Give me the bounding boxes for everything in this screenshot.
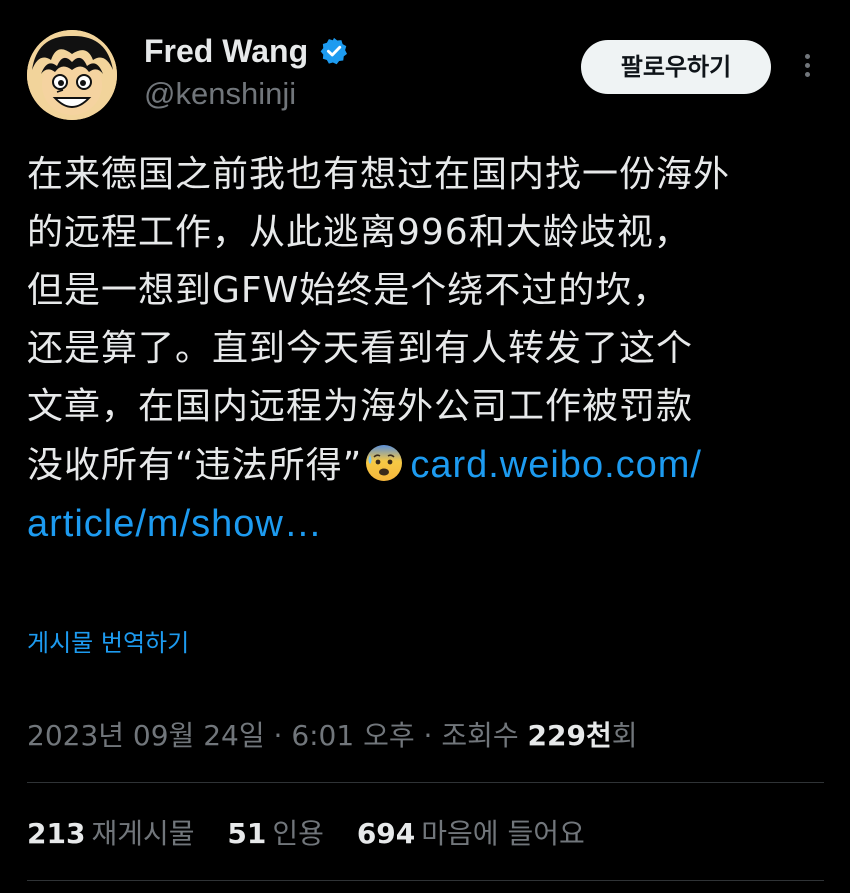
author-handle[interactable]: @kenshinji [144, 76, 349, 112]
tweet-meta: 2023년 09월 24일 · 6:01 오후 · 조회수 229천회 [27, 714, 638, 754]
quotes-count: 51 [227, 817, 267, 850]
tweet-text-line: 在来德国之前我也有想过在国内找一份海外 [27, 154, 731, 195]
tweet-text-line-last: 没收所有“违法所得” card.weibo.com/ [27, 436, 827, 495]
meta-separator: · [264, 719, 292, 752]
display-name[interactable]: Fred Wang [144, 32, 308, 70]
tweet-text-segment: 没收所有“违法所得” [27, 445, 363, 486]
meta-separator: · [414, 719, 442, 752]
divider [27, 880, 824, 881]
views-label: 조회수 [441, 719, 528, 752]
likes-stat[interactable]: 694 마음에 들어요 [357, 812, 585, 852]
reposts-count: 213 [27, 817, 86, 850]
avatar[interactable] [27, 30, 117, 120]
views-count[interactable]: 229천 [528, 719, 612, 752]
author-info: Fred Wang @kenshinji [144, 32, 349, 112]
tweet-link-part2[interactable]: article/m/show… [27, 503, 323, 545]
tweet-header: Fred Wang @kenshinji 팔로우하기 [27, 28, 827, 124]
avatar-image [27, 30, 117, 120]
likes-count: 694 [356, 817, 416, 850]
reposts-label: 재게시물 [91, 817, 195, 850]
likes-label: 마음에 들어요 [421, 817, 585, 850]
divider [27, 782, 824, 783]
engagement-stats: 213 재게시물 51 인용 694 마음에 들어요 [27, 812, 609, 852]
tweet-text-line: 文章，在国内远程为海外公司工作被罚款 [27, 386, 694, 427]
tweet-link-part1[interactable]: card.weibo.com/ [410, 444, 702, 486]
quotes-label: 인용 [272, 817, 324, 850]
tweet-time[interactable]: 6:01 오후 [291, 719, 414, 752]
tweet-date[interactable]: 2023년 09월 24일 [27, 719, 265, 752]
tweet-text: 在来德国之前我也有想过在国内找一份海外 的远程工作，从此逃离996和大龄歧视， … [27, 146, 827, 554]
tweet-text-line: 但是一想到GFW始终是个绕不过的坎， [27, 270, 670, 311]
views-suffix: 회 [611, 719, 638, 752]
anxious-face-with-sweat-icon [364, 443, 404, 483]
more-vertical-icon[interactable] [797, 50, 817, 86]
reposts-stat[interactable]: 213 재게시물 [27, 812, 195, 852]
follow-button[interactable]: 팔로우하기 [581, 40, 771, 94]
verified-badge-icon [319, 36, 349, 66]
tweet-text-line: 还是算了。直到今天看到有人转发了这个 [27, 328, 694, 369]
translate-post-link[interactable]: 게시물 번역하기 [27, 623, 189, 658]
tweet-text-line: article/m/show… [27, 495, 827, 554]
tweet-text-line: 的远程工作，从此逃离996和大龄歧视， [27, 212, 691, 253]
quotes-stat[interactable]: 51 인용 [227, 812, 324, 852]
